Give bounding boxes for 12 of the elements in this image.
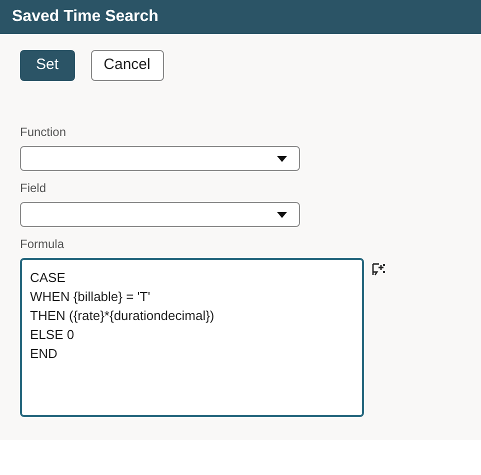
caret-icon — [277, 212, 287, 218]
select-field[interactable] — [20, 146, 300, 171]
field-label: Field — [20, 180, 48, 197]
field-label: Function — [20, 124, 68, 141]
select-field[interactable] — [20, 202, 300, 227]
formula-field[interactable]: CASE WHEN {billable} = 'T' THEN ({rate}*{durationdecimal}) ELSE 0 END — [20, 258, 364, 417]
caret-icon — [277, 156, 287, 162]
cancel-button[interactable]: Cancel — [90, 50, 164, 81]
field-label: Formula — [20, 236, 66, 253]
window-title: Saved Time Search — [12, 7, 158, 27]
set-button[interactable]: Set — [20, 50, 75, 81]
sparkle-icon[interactable] — [372, 263, 386, 276]
